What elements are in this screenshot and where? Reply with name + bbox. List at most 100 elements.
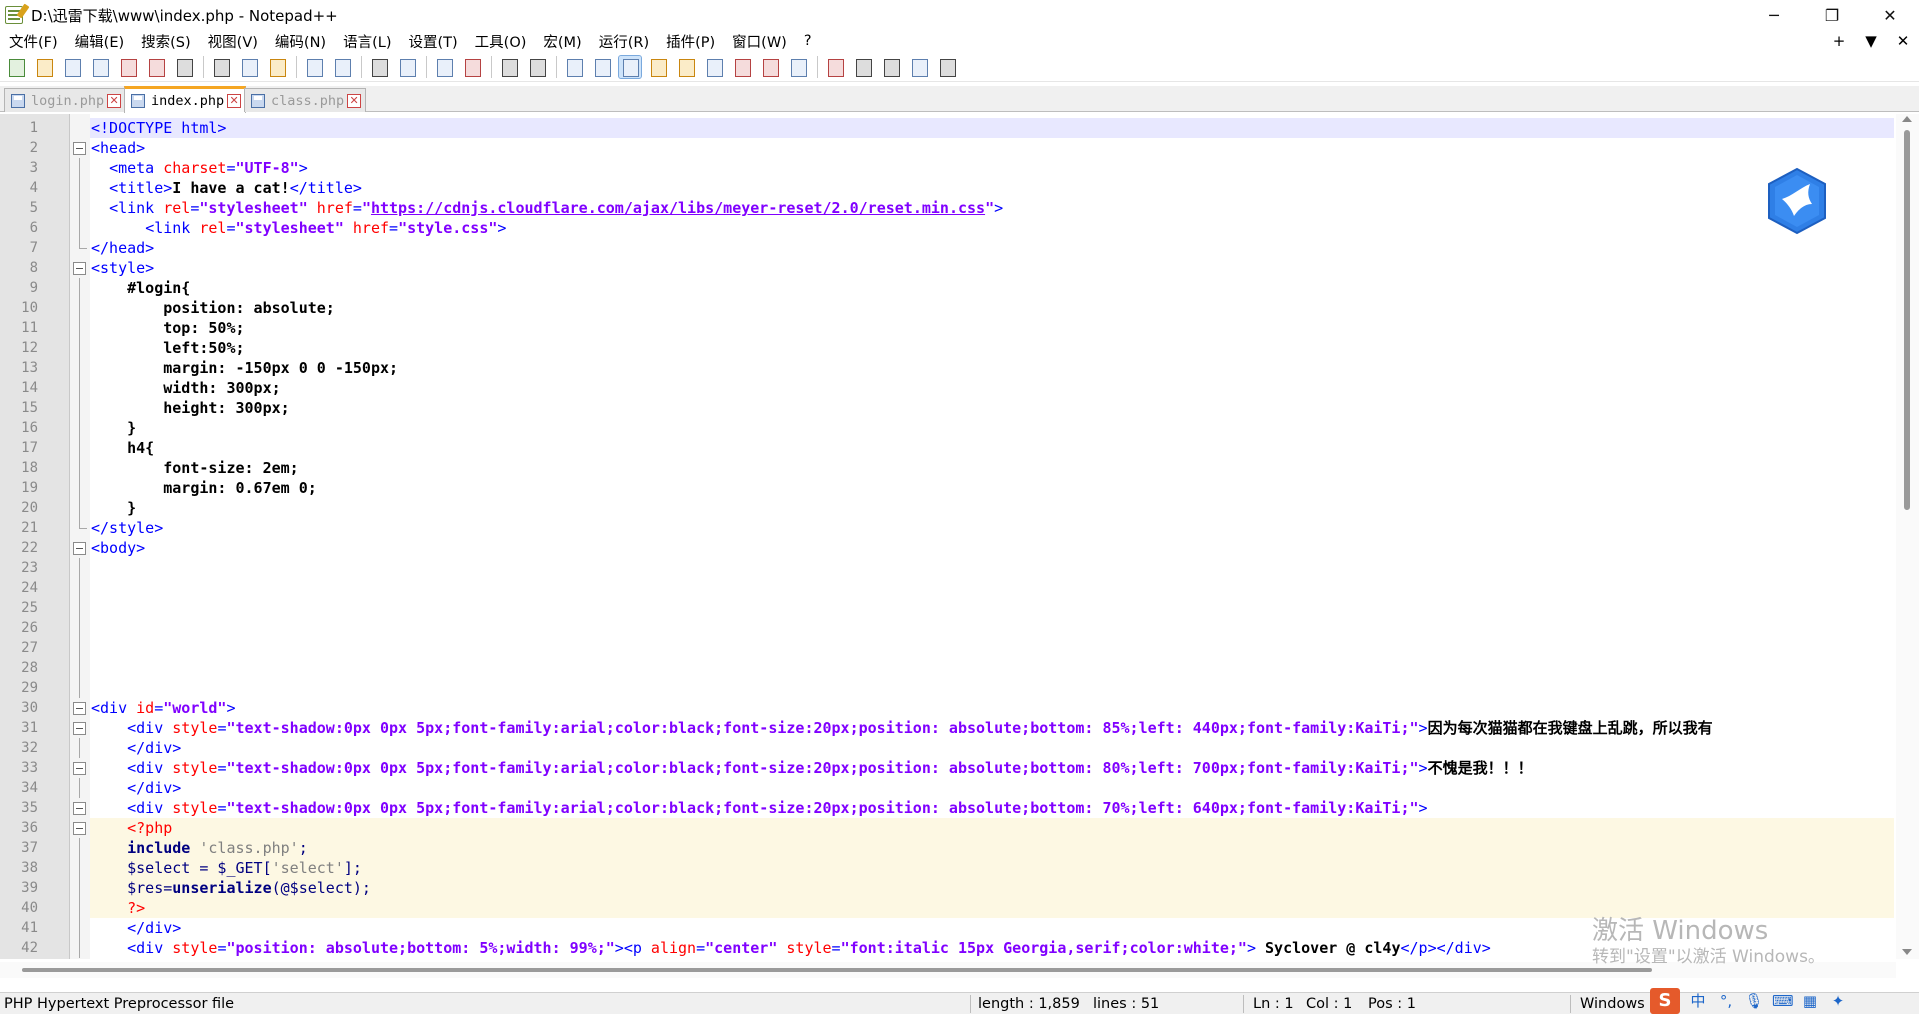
vertical-scroll-thumb[interactable] (1904, 130, 1910, 510)
code-line-text[interactable]: <div style="text-shadow:0px 0px 5px;font… (90, 758, 1894, 778)
code-line-text[interactable]: <div style="text-shadow:0px 0px 5px;font… (90, 718, 1894, 738)
code-line-text[interactable]: height: 300px; (90, 398, 1894, 418)
code-line[interactable]: 16 } (0, 418, 1919, 438)
fold-toggle-icon[interactable] (73, 822, 86, 835)
code-line-text[interactable]: position: absolute; (90, 298, 1894, 318)
fold-toggle-icon[interactable] (73, 722, 86, 735)
code-line-text[interactable] (90, 618, 1894, 638)
fold-toggle-icon[interactable] (73, 762, 86, 775)
code-line[interactable]: 29 (0, 678, 1919, 698)
code-line[interactable]: 35 <div style="text-shadow:0px 0px 5px;f… (0, 798, 1919, 818)
fold-toggle-icon[interactable] (73, 262, 86, 275)
stop-recording-icon[interactable] (852, 56, 874, 78)
code-line[interactable]: 2 <head> (0, 138, 1919, 158)
print-icon[interactable] (173, 56, 195, 78)
vertical-scrollbar[interactable] (1896, 114, 1919, 959)
menu-help[interactable]: ? (795, 33, 820, 49)
menu-file[interactable]: 文件(F) (0, 31, 66, 52)
user-defined-language-icon[interactable] (647, 56, 669, 78)
new-tab-plus-button[interactable]: + (1823, 32, 1855, 50)
code-line-text[interactable]: font-size: 2em; (90, 458, 1894, 478)
code-line[interactable]: 13 margin: -150px 0 0 -150px; (0, 358, 1919, 378)
code-line-text[interactable]: </style> (90, 518, 1894, 538)
code-line[interactable]: 27 (0, 638, 1919, 658)
document-map-icon[interactable] (675, 56, 697, 78)
fold-toggle-icon[interactable] (73, 142, 86, 155)
code-line[interactable]: 38 $select = $_GET['select']; (0, 858, 1919, 878)
sync-horizontal-icon[interactable] (526, 56, 548, 78)
skin-icon[interactable]: ✦ (1828, 992, 1848, 1010)
code-line[interactable]: 7 </head> (0, 238, 1919, 258)
code-line-text[interactable]: margin: -150px 0 0 -150px; (90, 358, 1894, 378)
code-line-text[interactable]: <!DOCTYPE html> (90, 118, 1894, 138)
code-line-text[interactable]: <div id="world"> (90, 698, 1894, 718)
code-line-text[interactable] (90, 658, 1894, 678)
menu-window[interactable]: 窗口(W) (723, 31, 795, 52)
tab-class-php[interactable]: class.php ✕ (244, 88, 367, 112)
code-line[interactable]: 31 <div style="text-shadow:0px 0px 5px;f… (0, 718, 1919, 738)
menu-encoding[interactable]: 编码(N) (266, 31, 334, 52)
menu-plugins[interactable]: 插件(P) (657, 31, 723, 52)
close-all-icon[interactable] (145, 56, 167, 78)
code-line-text[interactable]: $select = $_GET['select']; (90, 858, 1894, 878)
code-line[interactable]: 21 </style> (0, 518, 1919, 538)
close-document-button[interactable]: ✕ (1887, 32, 1919, 50)
code-line-text[interactable]: } (90, 498, 1894, 518)
code-line[interactable]: 32 </div> (0, 738, 1919, 758)
code-line-text[interactable] (90, 598, 1894, 618)
tab-index-php[interactable]: index.php ✕ (124, 86, 247, 113)
indent-guide-icon[interactable] (618, 54, 642, 79)
code-line[interactable]: 22 <body> (0, 538, 1919, 558)
zoom-out-icon[interactable] (461, 56, 483, 78)
menu-view[interactable]: 视图(V) (199, 31, 266, 52)
code-line[interactable]: 19 margin: 0.67em 0; (0, 478, 1919, 498)
close-tab-icon[interactable]: ✕ (347, 93, 362, 108)
open-file-icon[interactable] (33, 56, 55, 78)
zoom-in-icon[interactable] (433, 56, 455, 78)
new-file-icon[interactable] (5, 56, 27, 78)
fold-toggle-icon[interactable] (73, 702, 86, 715)
code-line[interactable]: 4 <title>I have a cat!</title> (0, 178, 1919, 198)
code-line-text[interactable]: <meta charset="UTF-8"> (90, 158, 1894, 178)
code-line[interactable]: 40 ?> (0, 898, 1919, 918)
sogou-ime-icon[interactable]: S (1650, 988, 1680, 1014)
menu-edit[interactable]: 编辑(E) (66, 31, 132, 52)
close-tab-icon[interactable]: ✕ (227, 94, 242, 108)
code-line-text[interactable]: <title>I have a cat!</title> (90, 178, 1894, 198)
code-line-text[interactable]: left:50%; (90, 338, 1894, 358)
close-window-button[interactable]: ✕ (1861, 0, 1919, 30)
close-tab-icon[interactable]: ✕ (107, 93, 122, 108)
find-icon[interactable] (368, 56, 390, 78)
code-line-text[interactable]: </div> (90, 738, 1894, 758)
horizontal-scroll-thumb[interactable] (22, 968, 1652, 972)
code-lines[interactable]: 1 <!DOCTYPE html> 2 <head> 3 <meta charset="… (0, 118, 1919, 959)
ime-punctuation-icon[interactable]: °, (1716, 992, 1736, 1010)
apps-grid-icon[interactable]: ▦ (1800, 992, 1820, 1010)
code-line-text[interactable]: <link rel="stylesheet" href="style.css"> (90, 218, 1894, 238)
code-line-text[interactable]: <head> (90, 138, 1894, 158)
notepadpp-app-icon[interactable] (5, 6, 23, 24)
playback-icon[interactable] (880, 56, 902, 78)
code-line-text[interactable]: $res=unserialize(@$select); (90, 878, 1894, 898)
scroll-up-icon[interactable] (1902, 116, 1912, 122)
code-line[interactable]: 18 font-size: 2em; (0, 458, 1919, 478)
code-line[interactable]: 28 (0, 658, 1919, 678)
cut-icon[interactable] (210, 56, 232, 78)
redo-icon[interactable] (331, 56, 353, 78)
code-line-text[interactable]: <body> (90, 538, 1894, 558)
menu-tools[interactable]: 工具(O) (466, 31, 535, 52)
copy-icon[interactable] (238, 56, 260, 78)
menu-macro[interactable]: 宏(M) (534, 31, 589, 52)
code-line-text[interactable]: h4{ (90, 438, 1894, 458)
restore-button[interactable]: ❐ (1803, 0, 1861, 30)
keyboard-icon[interactable]: ⌨ (1772, 992, 1794, 1010)
code-line-text[interactable]: <?php (90, 818, 1894, 838)
code-line[interactable]: 17 h4{ (0, 438, 1919, 458)
code-line[interactable]: 34 </div> (0, 778, 1919, 798)
code-line-text[interactable]: <link rel="stylesheet" href="https://cdn… (90, 198, 1894, 218)
save-icon[interactable] (61, 56, 83, 78)
menu-settings[interactable]: 设置(T) (399, 31, 465, 52)
code-line-text[interactable]: </head> (90, 238, 1894, 258)
code-line-text[interactable]: width: 300px; (90, 378, 1894, 398)
code-line[interactable]: 25 (0, 598, 1919, 618)
